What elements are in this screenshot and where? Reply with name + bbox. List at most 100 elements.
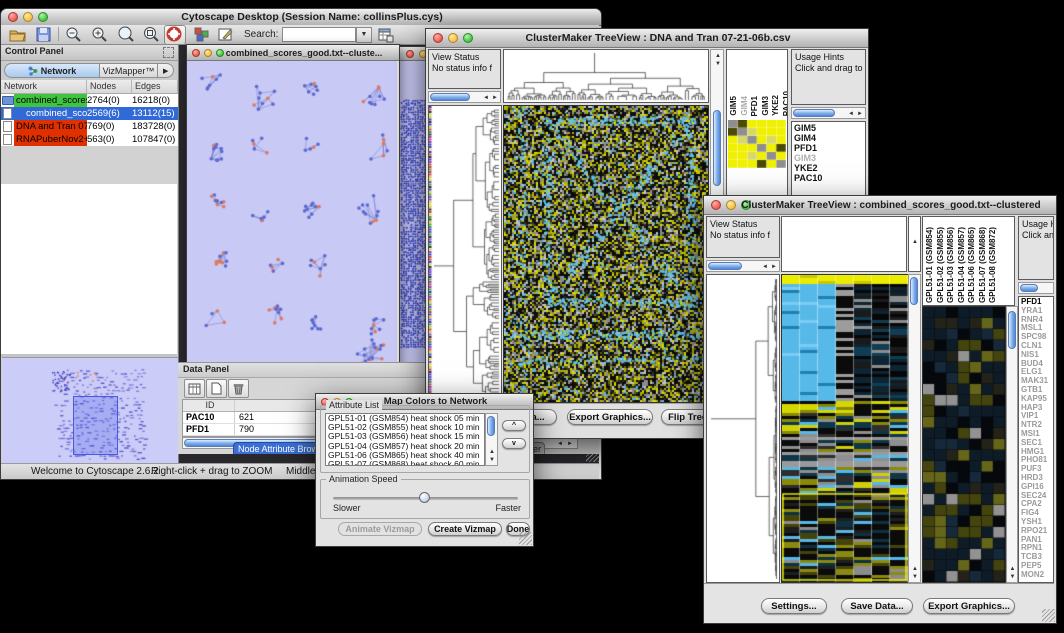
treeview1-titlebar[interactable]: ClusterMaker TreeView : DNA and Tran 07-… [426, 29, 868, 48]
scroll-down-icon[interactable]: ▼ [1010, 574, 1016, 580]
import-table-icon[interactable] [377, 26, 394, 43]
network-table-row[interactable]: combined_scores 2764(0) 16218(0) [1, 94, 178, 107]
main-titlebar[interactable]: Cytoscape Desktop (Session Name: collins… [1, 9, 601, 26]
birdseye-view[interactable] [2, 357, 178, 471]
gene-list-item[interactable]: MON2 [1021, 571, 1053, 580]
help-icon[interactable] [164, 25, 186, 45]
tv1-matrix[interactable] [728, 120, 786, 168]
close-icon[interactable] [192, 49, 200, 57]
export-graphics-button[interactable]: Export Graphics... [923, 598, 1015, 614]
network-table-row[interactable]: RNAPuberNov2+N 563(0) 107847(0) [1, 133, 178, 146]
open-file-icon[interactable] [9, 26, 26, 43]
zoom-selected-icon[interactable] [143, 26, 160, 43]
scroll-down-icon[interactable]: ▼ [912, 574, 918, 580]
gene-list-item[interactable]: GIM4 [794, 133, 865, 143]
select-attributes-icon[interactable] [184, 379, 205, 398]
scroll-up-icon[interactable]: ▲ [715, 53, 721, 59]
viewport-rectangle[interactable] [73, 396, 118, 455]
search-dropdown-button[interactable]: ▼ [356, 27, 372, 43]
search-input[interactable] [282, 27, 356, 42]
resize-grip[interactable] [519, 532, 532, 545]
scroll-down-icon[interactable]: ▼ [489, 457, 495, 463]
close-icon[interactable] [433, 33, 443, 43]
scroll-up-icon[interactable]: ▲ [912, 239, 918, 245]
resize-grip[interactable] [1042, 609, 1055, 622]
attribute-list[interactable]: GPL51-01 (GSM854) heat shock 05 minGPL51… [325, 413, 485, 466]
scroll-up-icon[interactable]: ▲ [489, 449, 495, 455]
move-up-button[interactable]: ^ [502, 420, 526, 431]
export-graphics-button[interactable]: Export Graphics... [567, 409, 653, 425]
scroll-up-icon[interactable]: ▲ [912, 566, 918, 572]
animate-vizmap-button[interactable]: Animate Vizmap [338, 522, 422, 536]
scroll-left-icon[interactable]: ◄ [762, 264, 768, 270]
scroll-right-icon[interactable]: ► [771, 264, 777, 270]
scroll-down-icon[interactable]: ▼ [715, 61, 721, 67]
id-column[interactable]: ID [183, 400, 235, 411]
minimize-icon[interactable] [204, 49, 212, 57]
row-dendrogram-panel[interactable] [428, 105, 502, 403]
scroll-right-icon[interactable]: ► [492, 95, 498, 101]
scroll-up-icon[interactable]: ▲ [1010, 566, 1016, 572]
network-window-titlebar[interactable]: combined_scores_good.txt--cluste... [187, 45, 399, 61]
save-data-button[interactable]: Save Data... [841, 598, 913, 614]
save-icon[interactable] [35, 26, 52, 43]
heatmap-panel[interactable] [781, 274, 909, 583]
gene-list-item[interactable]: PFD1 [794, 143, 865, 153]
delete-attribute-icon[interactable] [228, 379, 249, 398]
heatmap-panel[interactable] [503, 105, 709, 403]
attribute-item[interactable]: GPL51-07 (GSM868) heat shock 60 min [328, 460, 484, 466]
column-edges[interactable]: Edges [132, 80, 178, 93]
column-dendrogram-panel[interactable] [503, 49, 709, 103]
close-icon[interactable] [8, 12, 18, 22]
tv2-detail-vscrollbar[interactable]: ▲ ▼ [1006, 306, 1018, 583]
treeview2-titlebar[interactable]: ClusterMaker TreeView : combined_scores_… [704, 196, 1056, 215]
network-table-row[interactable]: combined_sco 2569(6) 13112(15) [1, 107, 178, 120]
gene-list-item[interactable]: PAC10 [794, 173, 865, 183]
zoom-in-icon[interactable] [91, 26, 108, 43]
tv1-left-hscrollbar[interactable]: ◄ ► [428, 91, 501, 103]
new-attribute-icon[interactable] [206, 379, 227, 398]
move-down-button[interactable]: v [502, 438, 526, 449]
column-dendrogram-panel[interactable] [781, 216, 907, 272]
close-icon[interactable] [711, 200, 721, 210]
gene-list-item[interactable]: GIM5 [794, 123, 865, 133]
tv2-detail [923, 307, 1005, 582]
tab-vizmapper[interactable]: VizMapper™ [100, 63, 158, 78]
column-nodes[interactable]: Nodes [87, 80, 132, 93]
tv2-left-hscrollbar[interactable]: ◄ ► [706, 260, 780, 272]
scroll-left-icon[interactable]: ◄ [557, 441, 563, 447]
vizmapper-icon[interactable] [193, 26, 210, 43]
scroll-right-icon[interactable]: ► [567, 441, 573, 447]
annotation-icon[interactable] [217, 26, 234, 43]
create-vizmap-button[interactable]: Create Vizmap [428, 522, 502, 536]
slider-thumb[interactable] [419, 492, 430, 503]
tabs-overflow-button[interactable]: ▶ [158, 63, 174, 78]
gene-list-item[interactable]: GIM3 [794, 153, 865, 163]
animation-speed-slider[interactable] [333, 497, 518, 500]
network-canvas[interactable] [187, 61, 397, 371]
scroll-right-icon[interactable]: ► [857, 111, 863, 117]
settings-button[interactable]: Settings... [761, 598, 827, 614]
scroll-left-icon[interactable]: ◄ [483, 95, 489, 101]
column-label: PFD1 [750, 96, 760, 116]
zoom-out-icon[interactable] [65, 26, 82, 43]
tv2-heatmap-vscrollbar[interactable]: ▲ ▼ [908, 274, 921, 583]
detail-heatmap-panel[interactable] [922, 306, 1006, 583]
row-dendrogram-panel[interactable] [706, 274, 780, 583]
network-table-row[interactable]: DNA and Tran 07 769(0) 183728(0) [1, 120, 178, 133]
tab-network[interactable]: Network [4, 63, 100, 78]
network-name: combined_sco [14, 107, 87, 120]
gene-list-item[interactable]: YKE2 [794, 163, 865, 173]
attribute-list-vscrollbar[interactable]: ▲ ▼ [485, 413, 498, 466]
tv1-right-hscrollbar[interactable]: ◄ ► [791, 107, 866, 119]
zoom-fit-icon[interactable] [117, 26, 134, 43]
float-panel-icon[interactable] [163, 47, 174, 58]
close-icon[interactable] [406, 50, 414, 58]
gene-list[interactable]: PFD1YRA1RNR4MSL1SPC98CLN1NIS1BUD4ELG1MAK… [1018, 296, 1054, 583]
column-network[interactable]: Network [1, 80, 87, 93]
treeview2-title: ClusterMaker TreeView : combined_scores_… [734, 198, 1048, 213]
scroll-left-icon[interactable]: ◄ [848, 111, 854, 117]
tv2-right-hscrollbar[interactable] [1018, 282, 1054, 294]
network-tab-icon [28, 66, 38, 76]
main-window-title: Cytoscape Desktop (Session Name: collins… [31, 10, 593, 25]
